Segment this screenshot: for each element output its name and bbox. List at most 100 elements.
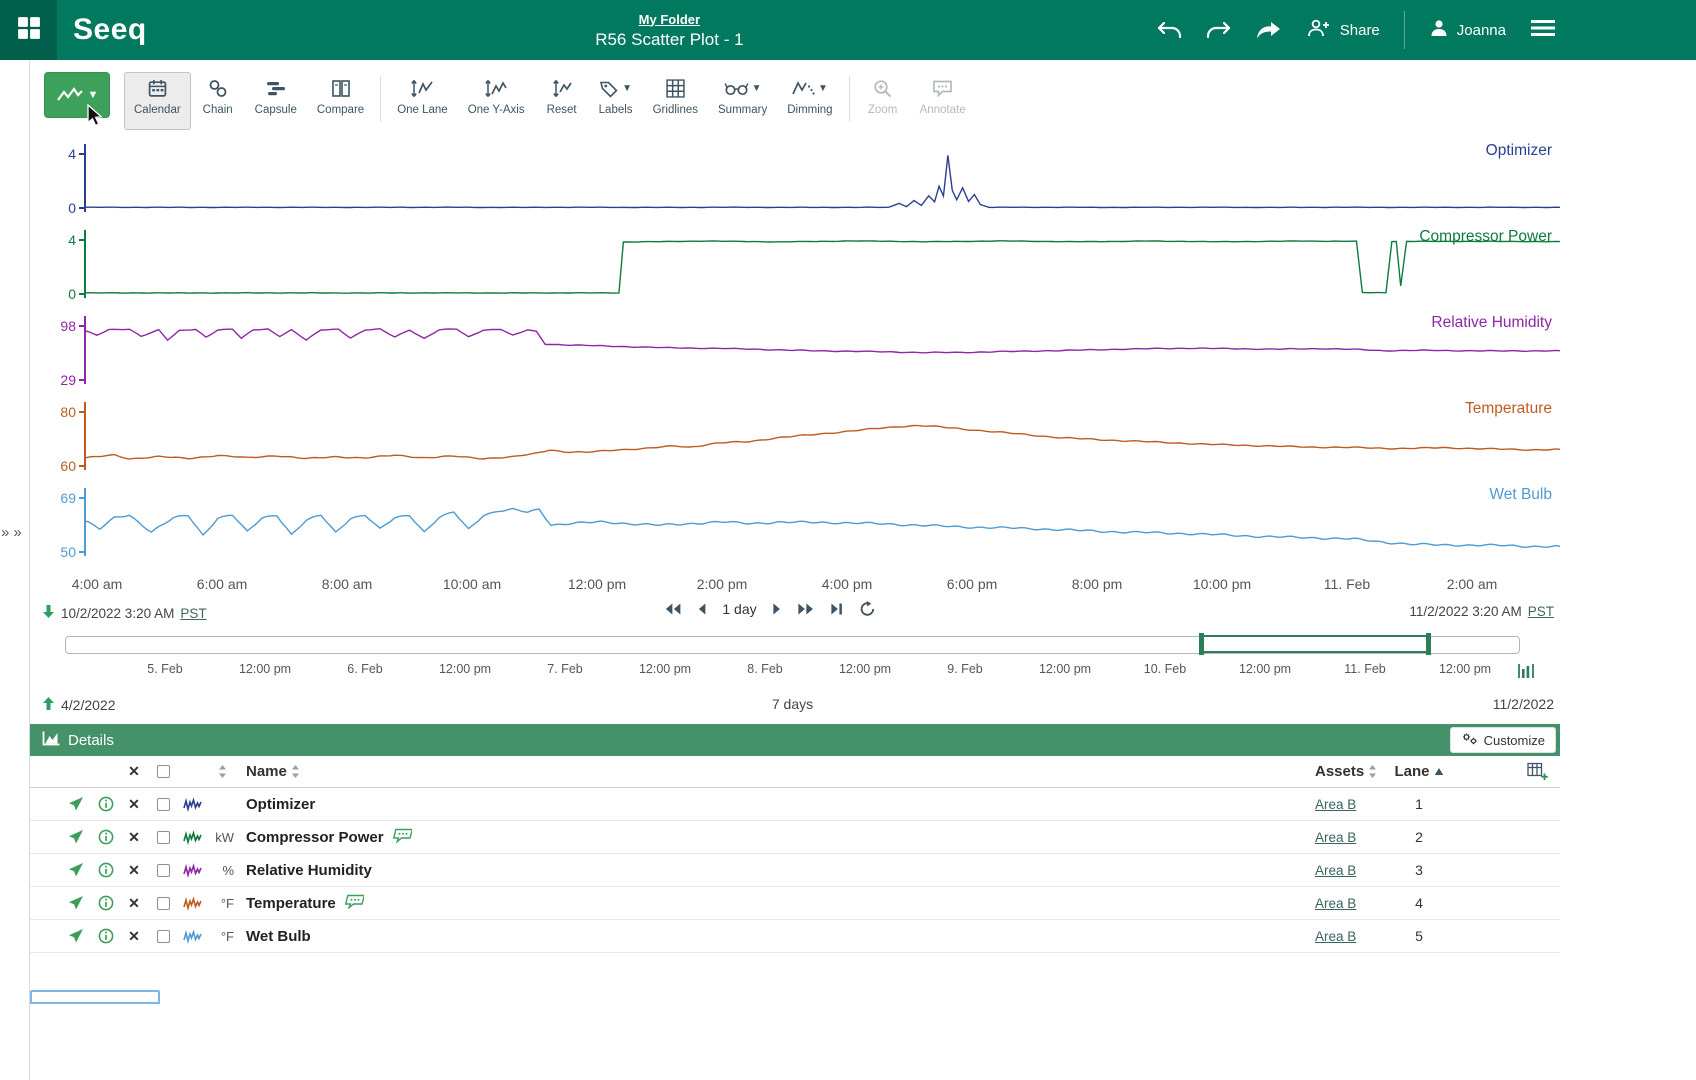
apps-grid-button[interactable] — [0, 0, 57, 60]
row-checkbox[interactable] — [157, 930, 170, 943]
table-row-compressor-power[interactable]: ✕kWCompressor PowerArea B2 — [30, 821, 1560, 854]
trend-lane-5[interactable]: 6950Wet Bulb — [30, 482, 1560, 568]
toolbar-button-calendar[interactable]: Calendar — [124, 72, 191, 130]
info-icon[interactable] — [92, 796, 120, 812]
trend-lane-4[interactable]: 8060Temperature — [30, 396, 1560, 482]
step-to-end-button[interactable] — [831, 602, 844, 616]
select-all-checkbox[interactable] — [157, 765, 170, 778]
toolbar-button-chain[interactable]: Chain — [191, 72, 245, 130]
remove-all-button[interactable]: ✕ — [128, 763, 140, 780]
pin-icon[interactable] — [60, 928, 92, 944]
remove-icon[interactable]: ✕ — [128, 862, 140, 879]
forward-share-button[interactable] — [1256, 20, 1282, 40]
hamburger-icon — [1530, 18, 1556, 42]
customize-icon — [1461, 732, 1478, 749]
selection-left-handle[interactable] — [1199, 633, 1204, 655]
pin-icon[interactable] — [60, 796, 92, 812]
row-checkbox[interactable] — [157, 798, 170, 811]
toolbar-button-gridlines[interactable]: Gridlines — [643, 72, 708, 130]
timeline-selected-window[interactable] — [1201, 635, 1429, 653]
sort-type-button[interactable] — [206, 764, 238, 779]
row-checkbox[interactable] — [157, 831, 170, 844]
x-axis-tick-label: 6:00 am — [197, 576, 248, 592]
toolbar-button-dimming[interactable]: ▼Dimming — [777, 72, 842, 130]
selection-right-handle[interactable] — [1426, 633, 1431, 655]
breadcrumb[interactable]: My Folder — [639, 12, 700, 27]
step-forward-full-button[interactable] — [798, 602, 815, 616]
timeline-histogram-icon[interactable] — [1518, 663, 1534, 684]
customize-button[interactable]: Customize — [1450, 727, 1556, 753]
table-row-relative-humidity[interactable]: ✕%Relative HumidityArea B3 — [30, 854, 1560, 887]
seeq-logo: Seeq — [73, 13, 183, 47]
asset-link[interactable]: Area B — [1293, 929, 1356, 944]
toolbar-button-compare[interactable]: Compare — [307, 72, 374, 130]
remove-icon[interactable]: ✕ — [128, 829, 140, 846]
redo-button[interactable] — [1206, 20, 1232, 40]
y-axis-tick-bottom: 29 — [30, 373, 76, 387]
column-header-lane[interactable]: Lane — [1388, 763, 1450, 780]
asset-link[interactable]: Area B — [1293, 896, 1356, 911]
lane-signal-label: Optimizer — [1486, 142, 1552, 160]
timeline-date-labels: 5. Feb12:00 pm6. Feb12:00 pm7. Feb12:00 … — [65, 662, 1520, 680]
toolbar-button-one-lane[interactable]: One Lane — [387, 72, 458, 130]
step-back-button[interactable] — [697, 602, 706, 616]
comment-icon[interactable] — [344, 894, 364, 913]
user-menu[interactable]: Joanna — [1429, 18, 1506, 42]
asset-link[interactable]: Area B — [1293, 830, 1356, 845]
pin-icon[interactable] — [60, 895, 92, 911]
table-row-temperature[interactable]: ✕°FTemperatureArea B4 — [30, 887, 1560, 920]
summary-icon: ▼ — [724, 77, 762, 99]
toolbar-button-trend[interactable]: ▼ — [44, 72, 110, 118]
header-divider — [1404, 11, 1405, 49]
row-checkbox[interactable] — [157, 897, 170, 910]
signal-name: Optimizer — [238, 796, 1293, 813]
pin-icon[interactable] — [60, 829, 92, 845]
remove-icon[interactable]: ✕ — [128, 895, 140, 912]
step-back-full-button[interactable] — [664, 602, 681, 616]
gridlines-icon — [666, 77, 685, 99]
range-end-timezone-link[interactable]: PST — [1528, 604, 1554, 619]
timeline-track[interactable] — [65, 636, 1520, 654]
info-icon[interactable] — [92, 862, 120, 878]
remove-icon[interactable]: ✕ — [128, 928, 140, 945]
investigate-timeline: 5. Feb12:00 pm6. Feb12:00 pm7. Feb12:00 … — [30, 632, 1560, 694]
table-row-wet-bulb[interactable]: ✕°FWet BulbArea B5 — [30, 920, 1560, 953]
column-header-name[interactable]: Name — [238, 763, 1293, 780]
apps-grid-icon — [17, 16, 41, 45]
undo-button[interactable] — [1156, 20, 1182, 40]
refresh-icon[interactable] — [860, 601, 876, 617]
x-axis-labels: 4:00 am6:00 am8:00 am10:00 am12:00 pm2:0… — [30, 568, 1560, 598]
details-title: Details — [68, 732, 114, 749]
hamburger-menu-button[interactable] — [1530, 18, 1556, 42]
comment-icon[interactable] — [392, 828, 412, 847]
remove-icon[interactable]: ✕ — [128, 796, 140, 813]
trend-lane-1[interactable]: 40Optimizer — [30, 138, 1560, 224]
info-icon[interactable] — [92, 928, 120, 944]
row-checkbox[interactable] — [157, 864, 170, 877]
share-button[interactable]: Share — [1306, 18, 1380, 42]
toolbar-button-capsule[interactable]: Capsule — [245, 72, 307, 130]
asset-link[interactable]: Area B — [1293, 863, 1356, 878]
toolbar-button-one-y-axis[interactable]: One Y-Axis — [458, 72, 535, 130]
column-header-assets[interactable]: Assets — [1293, 763, 1388, 780]
compare-icon — [331, 77, 351, 99]
step-size-label[interactable]: 1 day — [722, 601, 756, 617]
info-icon[interactable] — [92, 895, 120, 911]
signal-name: Wet Bulb — [238, 928, 1293, 945]
asset-link[interactable]: Area B — [1293, 797, 1356, 812]
trend-lane-3[interactable]: 9829Relative Humidity — [30, 310, 1560, 396]
toolbar-button-labels[interactable]: ▼Labels — [589, 72, 643, 130]
range-start-timezone-link[interactable]: PST — [180, 606, 206, 621]
shift-range-up-icon[interactable] — [42, 696, 55, 714]
toolbar-button-summary[interactable]: ▼Summary — [708, 72, 777, 130]
toolbar-button-reset[interactable]: Reset — [535, 72, 589, 130]
table-row-optimizer[interactable]: ✕OptimizerArea B1 — [30, 788, 1560, 821]
add-column-button[interactable] — [1450, 762, 1560, 781]
details-panel-header: Details Customize — [30, 724, 1560, 756]
pin-icon[interactable] — [60, 862, 92, 878]
trend-lane-2[interactable]: 40Compressor Power — [30, 224, 1560, 310]
shift-range-down-icon[interactable] — [42, 604, 55, 622]
expand-panel-button[interactable]: »» — [1, 524, 26, 541]
info-icon[interactable] — [92, 829, 120, 845]
step-forward-button[interactable] — [773, 602, 782, 616]
